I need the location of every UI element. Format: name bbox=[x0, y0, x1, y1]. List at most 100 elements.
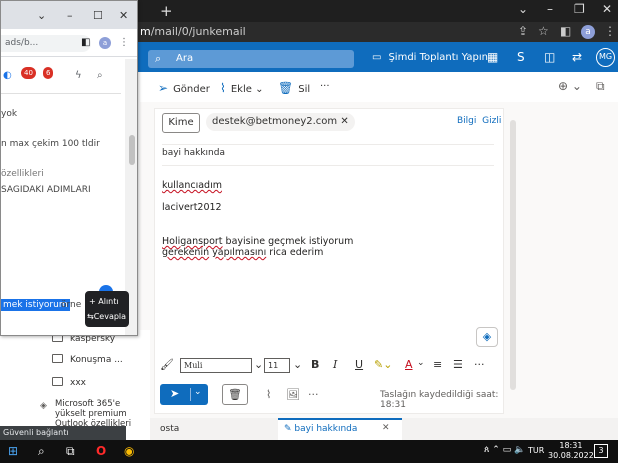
zoom-icon[interactable]: ⊕ ⌄ bbox=[558, 79, 582, 93]
profile-avatar[interactable]: a bbox=[99, 37, 111, 49]
task-view-icon[interactable]: ⧉ bbox=[66, 444, 75, 459]
remove-recipient-icon[interactable]: ✕ bbox=[340, 116, 348, 127]
content-line: özellikleri bbox=[1, 169, 44, 179]
reply-button[interactable]: ⇆Cevapla bbox=[87, 312, 126, 321]
popup-scroll-thumb[interactable] bbox=[129, 135, 135, 165]
font-size-select[interactable]: 11 bbox=[264, 358, 290, 373]
notification-center-icon[interactable]: 3 bbox=[594, 444, 608, 458]
format-painter-icon[interactable]: 🖌 bbox=[160, 358, 174, 371]
font-size-chevron-icon[interactable]: ⌄ bbox=[293, 358, 302, 371]
browser-menu-icon[interactable]: ⋮ bbox=[119, 37, 129, 48]
to-button[interactable]: Kime bbox=[162, 113, 200, 133]
bcc-link[interactable]: Gizli bbox=[482, 116, 501, 126]
send-label: Gönder bbox=[173, 84, 210, 95]
more-actions-button[interactable]: ··· bbox=[320, 81, 330, 92]
attach-file-icon[interactable]: ⌇ bbox=[266, 388, 271, 401]
body-line-3[interactable]: Holigansport bayisine geçmek istiyorum bbox=[162, 236, 353, 247]
minimize-icon[interactable]: – bbox=[547, 2, 553, 16]
bold-icon[interactable]: B bbox=[311, 358, 319, 371]
tab-search-icon[interactable]: ⌄ bbox=[518, 2, 528, 16]
skype-icon[interactable]: S bbox=[517, 50, 525, 64]
search-icon[interactable]: ⌕ bbox=[97, 70, 103, 81]
sidepanel-icon[interactable]: ◧ bbox=[81, 37, 90, 48]
body-line-4[interactable]: gerekenin yapılmasını rica ederim bbox=[162, 247, 323, 258]
windows-start-icon[interactable]: ⊞ bbox=[8, 444, 18, 458]
browser-menu-icon[interactable]: ⋮ bbox=[604, 24, 616, 38]
close-icon[interactable]: ✕ bbox=[119, 9, 128, 22]
body-line-2[interactable]: lacivert2012 bbox=[162, 202, 222, 213]
cc-link[interactable]: Bilgi bbox=[457, 116, 476, 126]
clock[interactable]: 18:31 30.08.2022 bbox=[548, 441, 594, 461]
folder-item[interactable]: Konuşma ... bbox=[52, 354, 123, 365]
tab-mail[interactable]: osta bbox=[160, 424, 179, 434]
mail-badge[interactable]: 40 bbox=[21, 67, 36, 79]
underline-icon[interactable]: U bbox=[355, 358, 363, 371]
selected-text[interactable]: mek istiyorum bbox=[1, 299, 70, 311]
italic-icon[interactable]: I bbox=[333, 358, 337, 371]
bookmark-star-icon[interactable]: ☆ bbox=[538, 24, 549, 38]
share-feedback-icon[interactable]: ⇄ bbox=[572, 50, 582, 64]
content-line: örne bbox=[61, 300, 82, 310]
notification-badge[interactable]: 6 bbox=[43, 67, 54, 79]
url-text[interactable]: m/mail/0/junkemail bbox=[140, 25, 246, 38]
discard-button[interactable]: 🗑 bbox=[222, 384, 248, 405]
lightning-icon[interactable]: ϟ bbox=[75, 70, 82, 81]
folder-item[interactable]: xxx bbox=[52, 377, 86, 388]
delete-button[interactable]: 🗑 Sil bbox=[278, 81, 310, 95]
send-toolbar-button[interactable]: ➢ Gönder bbox=[158, 81, 210, 95]
restore-icon[interactable]: ❐ bbox=[574, 2, 585, 16]
popup-url[interactable]: ads/b... bbox=[1, 35, 91, 52]
opera-icon[interactable]: O bbox=[96, 444, 106, 458]
clock-time: 18:31 bbox=[559, 441, 583, 450]
extension-icon[interactable]: ◐ bbox=[3, 70, 12, 81]
compose-scrollbar[interactable] bbox=[510, 120, 516, 390]
user-avatar[interactable]: MG bbox=[596, 48, 615, 67]
search-box[interactable]: ⌕ Ara bbox=[148, 50, 354, 68]
more-options-icon[interactable]: ··· bbox=[308, 388, 319, 401]
align-icon[interactable]: ≡ bbox=[433, 358, 442, 371]
editor-diamond-icon[interactable]: ◈ bbox=[476, 327, 498, 347]
subject-field[interactable]: bayi hakkında bbox=[162, 144, 494, 166]
system-tray[interactable]: ጰ ⌃ ▭ 🔈 bbox=[484, 445, 525, 455]
font-name-chevron-icon[interactable]: ⌄ bbox=[254, 358, 263, 371]
attach-button[interactable]: ⌇ Ekle ⌄ bbox=[220, 81, 263, 95]
trash-icon: 🗑 bbox=[278, 81, 294, 95]
recipient-chip[interactable]: destek@betmoney2.com ✕ bbox=[206, 113, 355, 131]
font-name-select[interactable]: Muli bbox=[180, 358, 252, 373]
highlight-icon[interactable]: ✎⌄ bbox=[374, 358, 392, 371]
notes-icon[interactable]: ◫ bbox=[544, 50, 555, 64]
maximize-icon[interactable]: ☐ bbox=[93, 9, 103, 22]
profile-avatar[interactable]: a bbox=[581, 25, 595, 39]
sidepanel-icon[interactable]: ◧ bbox=[560, 24, 571, 38]
close-icon[interactable]: ✕ bbox=[602, 2, 612, 16]
minimize-icon[interactable]: – bbox=[67, 9, 73, 22]
send-button[interactable]: ➤ ⌄ bbox=[160, 384, 208, 405]
font-color-chevron-icon[interactable]: ⌄ bbox=[417, 358, 425, 368]
bullets-icon[interactable]: ☰ bbox=[453, 358, 463, 371]
search-icon[interactable]: ⌕ bbox=[38, 444, 45, 459]
more-format-icon[interactable]: ··· bbox=[474, 358, 485, 371]
apps-grid-icon[interactable]: ▦ bbox=[487, 50, 498, 64]
chrome-icon[interactable]: ◉ bbox=[124, 444, 134, 458]
popout-icon[interactable]: ⧉ bbox=[596, 79, 605, 94]
tab-search-icon[interactable]: ⌄ bbox=[37, 9, 46, 22]
send-options-chevron-icon[interactable]: ⌄ bbox=[194, 387, 202, 397]
insert-image-icon[interactable]: 🖼 bbox=[286, 388, 300, 401]
quote-button[interactable]: + Alıntı bbox=[89, 297, 119, 306]
body-line-1[interactable]: kullancıadım bbox=[162, 180, 222, 191]
search-input[interactable]: Ara bbox=[176, 53, 193, 64]
meet-now-button[interactable]: ▭ Şimdi Toplantı Yapın bbox=[372, 52, 488, 63]
compose-toolbar: ➢ Gönder ⌇ Ekle ⌄ 🗑 Sil ··· bbox=[140, 72, 618, 102]
share-icon[interactable]: ⇪ bbox=[518, 24, 528, 38]
font-color-icon[interactable]: A bbox=[405, 358, 413, 371]
delete-label: Sil bbox=[298, 84, 311, 95]
language-indicator[interactable]: TUR bbox=[528, 446, 544, 455]
paperclip-icon: ⌇ bbox=[220, 81, 226, 95]
url-path: /mail/0/junkemail bbox=[150, 25, 246, 38]
tab-draft[interactable]: ✎ bayi hakkında ✕ bbox=[278, 418, 402, 440]
close-tab-icon[interactable]: ✕ bbox=[382, 423, 390, 433]
attach-label: Ekle bbox=[230, 84, 252, 95]
promo-text: Microsoft 365'e yükselt premium Outlook … bbox=[55, 399, 135, 429]
new-tab-button[interactable]: + bbox=[160, 2, 173, 20]
content-line: yok bbox=[1, 109, 18, 119]
